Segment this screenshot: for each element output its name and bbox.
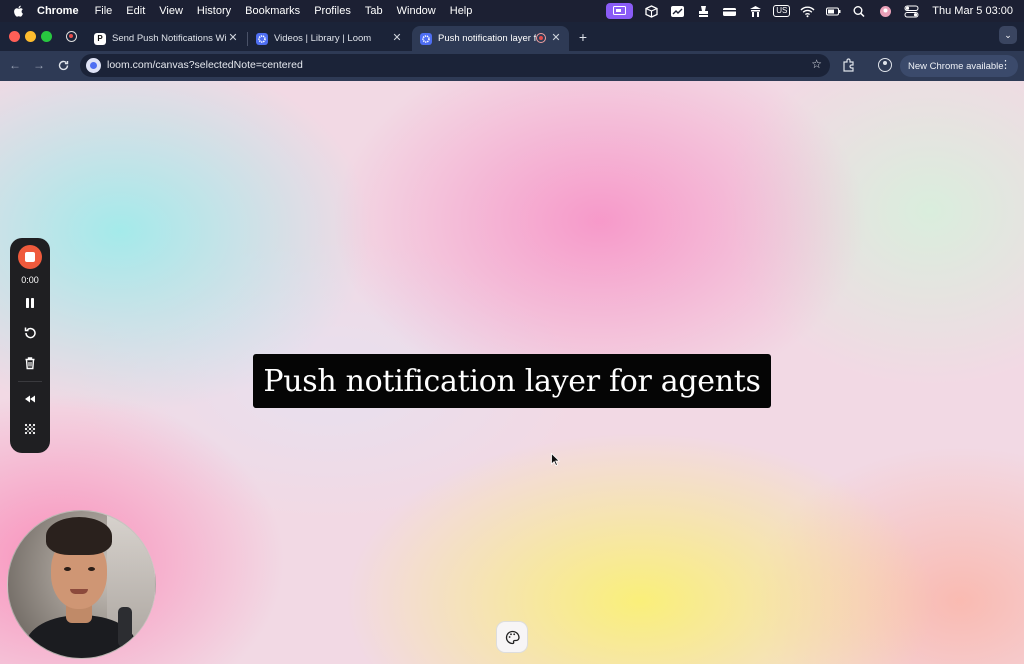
restart-icon	[24, 327, 36, 339]
menu-profiles[interactable]: Profiles	[314, 5, 351, 17]
update-label: New Chrome available	[908, 60, 1004, 72]
tab-search-icon[interactable]: ⌄	[999, 26, 1017, 44]
trash-icon	[25, 357, 35, 370]
rewind-icon	[25, 395, 35, 403]
chart-icon[interactable]	[670, 5, 685, 18]
tab-send-push-notifications[interactable]: P Send Push Notifications With ✕	[86, 26, 246, 51]
p-favicon-icon: P	[94, 32, 106, 45]
extensions-puzzle-icon[interactable]	[842, 58, 856, 72]
tab-title: Push notification layer for	[438, 33, 536, 44]
loom-favicon-icon	[420, 32, 432, 45]
tab-title: Videos | Library | Loom	[274, 33, 372, 44]
tab-videos-library-loom[interactable]: Videos | Library | Loom ✕	[248, 26, 410, 51]
webcam-person-hair	[46, 517, 112, 555]
grid-button[interactable]	[20, 419, 40, 439]
webcam-microphone	[118, 607, 132, 647]
site-info-icon[interactable]	[86, 58, 101, 73]
delete-button[interactable]	[20, 353, 40, 373]
loom-canvas[interactable]: Push notification layer for agents 0:00	[0, 81, 1024, 664]
tab-push-notification-layer[interactable]: Push notification layer for ✕	[412, 26, 569, 51]
apple-icon[interactable]	[12, 4, 26, 18]
spotlight-icon[interactable]	[852, 5, 867, 18]
tab-strip: P Send Push Notifications With ✕ Videos …	[0, 22, 1024, 51]
menu-history[interactable]: History	[197, 5, 231, 17]
address-bar[interactable]: loom.com/canvas?selectedNote=centered ☆	[80, 54, 830, 77]
tab-recording-icon	[536, 33, 546, 43]
new-tab-icon[interactable]: +	[576, 29, 590, 45]
wallet-icon[interactable]	[722, 5, 737, 18]
menubar-status-area: US Thu Mar 5 03:00	[606, 0, 1013, 22]
mouse-cursor-icon	[551, 453, 560, 466]
window-minimize-button[interactable]	[25, 31, 36, 42]
grid-icon	[24, 423, 36, 435]
menu-tab[interactable]: Tab	[365, 5, 383, 17]
stamp-icon[interactable]	[696, 5, 711, 18]
menu-view[interactable]: View	[159, 5, 183, 17]
url-text[interactable]: loom.com/canvas?selectedNote=centered	[107, 59, 303, 71]
close-tab-icon[interactable]: ✕	[549, 31, 563, 44]
controls-divider	[18, 381, 42, 382]
reload-icon[interactable]	[55, 57, 71, 73]
pause-button[interactable]	[20, 293, 40, 313]
loom-favicon-icon	[256, 32, 268, 45]
bookmark-star-icon[interactable]: ☆	[811, 57, 822, 71]
webcam-bubble[interactable]	[7, 510, 156, 659]
avatar-icon[interactable]	[878, 5, 893, 18]
input-source-label: US	[773, 5, 791, 17]
more-menu-icon[interactable]: ⋮	[1000, 58, 1011, 71]
forward-arrow-icon[interactable]: →	[31, 57, 47, 73]
stop-icon	[25, 252, 35, 262]
palette-icon	[505, 630, 520, 644]
menubar-clock[interactable]: Thu Mar 5 03:00	[932, 5, 1013, 17]
note-title[interactable]: Push notification layer for agents	[253, 354, 771, 408]
theme-palette-button[interactable]	[496, 621, 528, 653]
wifi-icon[interactable]	[800, 5, 815, 18]
rewind-button[interactable]	[20, 389, 40, 409]
recording-indicator-icon	[66, 31, 77, 42]
browser-toolbar: ← → loom.com/canvas?selectedNote=centere…	[0, 51, 1024, 81]
new-chrome-available-button[interactable]: New Chrome available ⋮	[900, 55, 1018, 77]
webcam-person-mouth	[70, 589, 88, 594]
stop-recording-button[interactable]	[18, 245, 42, 269]
profile-icon[interactable]	[878, 58, 892, 72]
box-icon[interactable]	[644, 4, 659, 18]
pause-icon	[26, 298, 34, 308]
menu-window[interactable]: Window	[397, 5, 436, 17]
menu-bookmarks[interactable]: Bookmarks	[245, 5, 300, 17]
window-zoom-button[interactable]	[41, 31, 52, 42]
webcam-person-eye	[88, 567, 95, 571]
recording-timer: 0:00	[21, 275, 39, 285]
menu-edit[interactable]: Edit	[126, 5, 145, 17]
menu-file[interactable]: File	[95, 5, 113, 17]
menu-app-chrome[interactable]: Chrome	[37, 5, 79, 17]
restart-button[interactable]	[20, 323, 40, 343]
macos-menubar: Chrome File Edit View History Bookmarks …	[0, 0, 1024, 22]
close-tab-icon[interactable]: ✕	[226, 31, 240, 44]
tab-title: Send Push Notifications With	[112, 33, 226, 44]
keyboard-badge-icon[interactable]: US	[773, 5, 791, 18]
back-arrow-icon[interactable]: ←	[7, 57, 23, 73]
figure-icon[interactable]	[748, 5, 763, 18]
webcam-person-eye	[64, 567, 71, 571]
close-tab-icon[interactable]: ✕	[390, 31, 404, 44]
battery-icon[interactable]	[826, 5, 841, 18]
window-close-button[interactable]	[9, 31, 20, 42]
screen-record-icon[interactable]	[606, 3, 634, 19]
control-center-icon[interactable]	[904, 5, 919, 18]
recorder-controls: 0:00	[10, 238, 50, 453]
menu-help[interactable]: Help	[450, 5, 473, 17]
